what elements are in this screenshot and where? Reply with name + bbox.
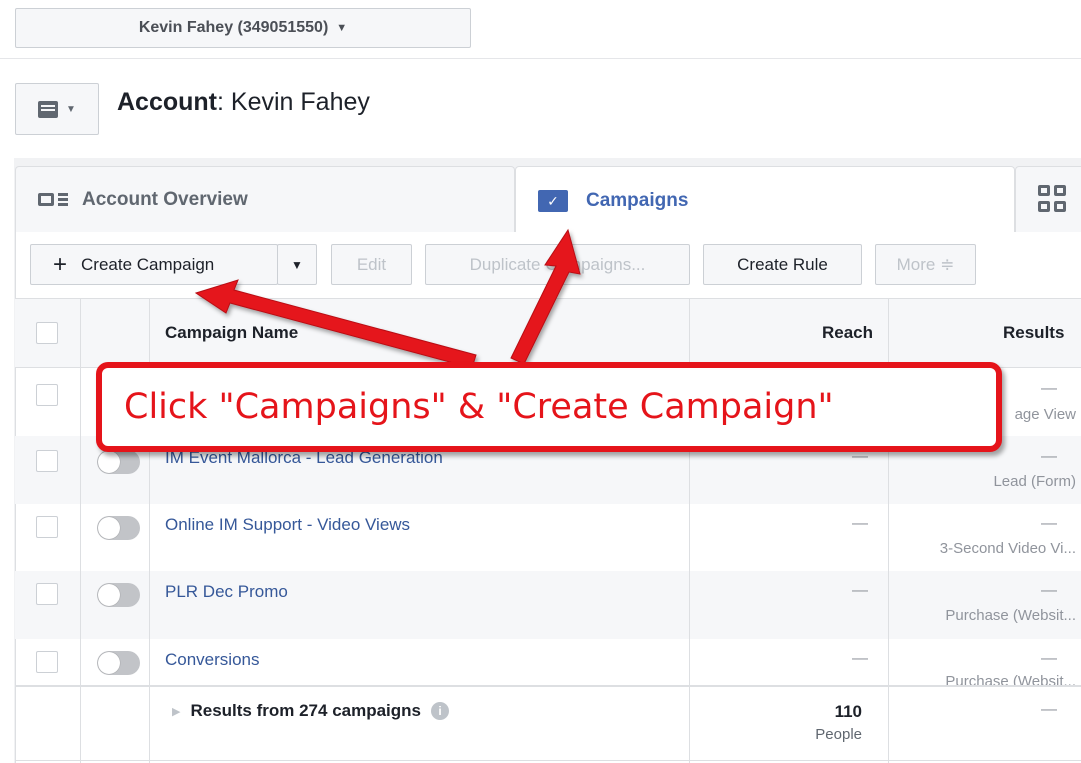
row-result-value: —	[1041, 582, 1057, 599]
row-checkbox[interactable]	[36, 384, 58, 406]
instruction-callout: Click "Campaigns" & "Create Campaign"	[96, 362, 1002, 452]
create-campaign-label: Create Campaign	[81, 254, 215, 274]
column-header-results[interactable]: Results	[1003, 323, 1064, 343]
row-result-value: —	[1041, 515, 1057, 532]
duplicate-campaigns-button[interactable]: Duplicate Campaigns...	[425, 244, 690, 285]
overview-icon	[38, 193, 68, 206]
campaign-name-link[interactable]: Conversions	[165, 650, 260, 670]
row-checkbox[interactable]	[36, 450, 58, 472]
campaign-toggle[interactable]	[97, 583, 140, 607]
row-checkbox[interactable]	[36, 516, 58, 538]
results-summary: ▶ Results from 274 campaigns i	[172, 701, 449, 721]
view-menu-button[interactable]: ▼	[15, 83, 99, 135]
more-button[interactable]: More ≑	[875, 244, 976, 285]
results-summary-label: Results from 274 campaigns	[190, 701, 421, 720]
column-header-name[interactable]: Campaign Name	[165, 323, 298, 343]
row-reach-value: —	[852, 582, 868, 599]
document-icon	[38, 100, 59, 118]
top-divider	[0, 58, 1081, 59]
expand-triangle-icon[interactable]: ▶	[172, 705, 180, 718]
caret-down-icon: ▼	[336, 22, 348, 34]
folder-check-icon: ✓	[538, 189, 568, 212]
footer-reach-unit: People	[815, 726, 862, 743]
column-divider	[80, 298, 81, 763]
campaign-name-link[interactable]: Online IM Support - Video Views	[165, 515, 410, 535]
row-reach-value: —	[852, 515, 868, 532]
row-result-value: —	[1041, 448, 1057, 465]
campaign-toggle[interactable]	[97, 651, 140, 675]
tab-ad-sets[interactable]	[1015, 166, 1081, 232]
account-selector[interactable]: Kevin Fahey (349051550) ▼	[15, 8, 471, 48]
page-title-separator: :	[217, 88, 231, 116]
caret-down-icon: ▼	[291, 257, 303, 272]
row-result-label: Purchase (Websit...	[945, 673, 1076, 685]
row-result-label: Lead (Form)	[993, 473, 1076, 490]
row-result-value: —	[1041, 650, 1057, 667]
row-checkbox[interactable]	[36, 583, 58, 605]
tab-campaigns[interactable]: ✓ Campaigns	[515, 166, 1015, 234]
footer-reach-value: 110	[834, 702, 862, 721]
account-selector-label: Kevin Fahey (349051550)	[138, 19, 329, 36]
row-checkbox[interactable]	[36, 651, 58, 673]
footer-divider	[15, 685, 1081, 687]
footer-bottom-border	[15, 760, 1081, 761]
tab-campaigns-label: Campaigns	[586, 189, 689, 211]
create-campaign-dropdown[interactable]: ▼	[277, 244, 317, 285]
create-rule-button[interactable]: Create Rule	[703, 244, 862, 285]
plus-icon: +	[53, 250, 68, 278]
chevron-down-icon: ▼	[66, 103, 76, 115]
row-result-value: —	[1041, 380, 1057, 397]
select-all-checkbox[interactable]	[36, 322, 58, 344]
page-title: Account: Kevin Fahey	[117, 88, 370, 117]
row-result-label: 3-Second Video Vi...	[939, 540, 1076, 557]
campaign-toggle[interactable]	[97, 450, 140, 474]
edit-button[interactable]: Edit	[331, 244, 412, 285]
campaign-toggle[interactable]	[97, 516, 140, 540]
footer-results-value: —	[1041, 701, 1057, 718]
campaign-name-link[interactable]: PLR Dec Promo	[165, 582, 288, 602]
column-header-reach[interactable]: Reach	[700, 323, 873, 343]
grid-icon	[1038, 185, 1068, 213]
tab-account-overview-label: Account Overview	[82, 188, 248, 210]
page-title-value: Kevin Fahey	[230, 88, 370, 116]
tab-account-overview[interactable]: Account Overview	[15, 166, 515, 232]
page-title-label: Account	[117, 88, 217, 116]
row-result-label: Purchase (Websit...	[945, 607, 1076, 624]
row-reach-value: —	[852, 650, 868, 667]
create-campaign-button[interactable]: + Create Campaign	[30, 244, 278, 285]
info-icon[interactable]: i	[431, 702, 449, 720]
